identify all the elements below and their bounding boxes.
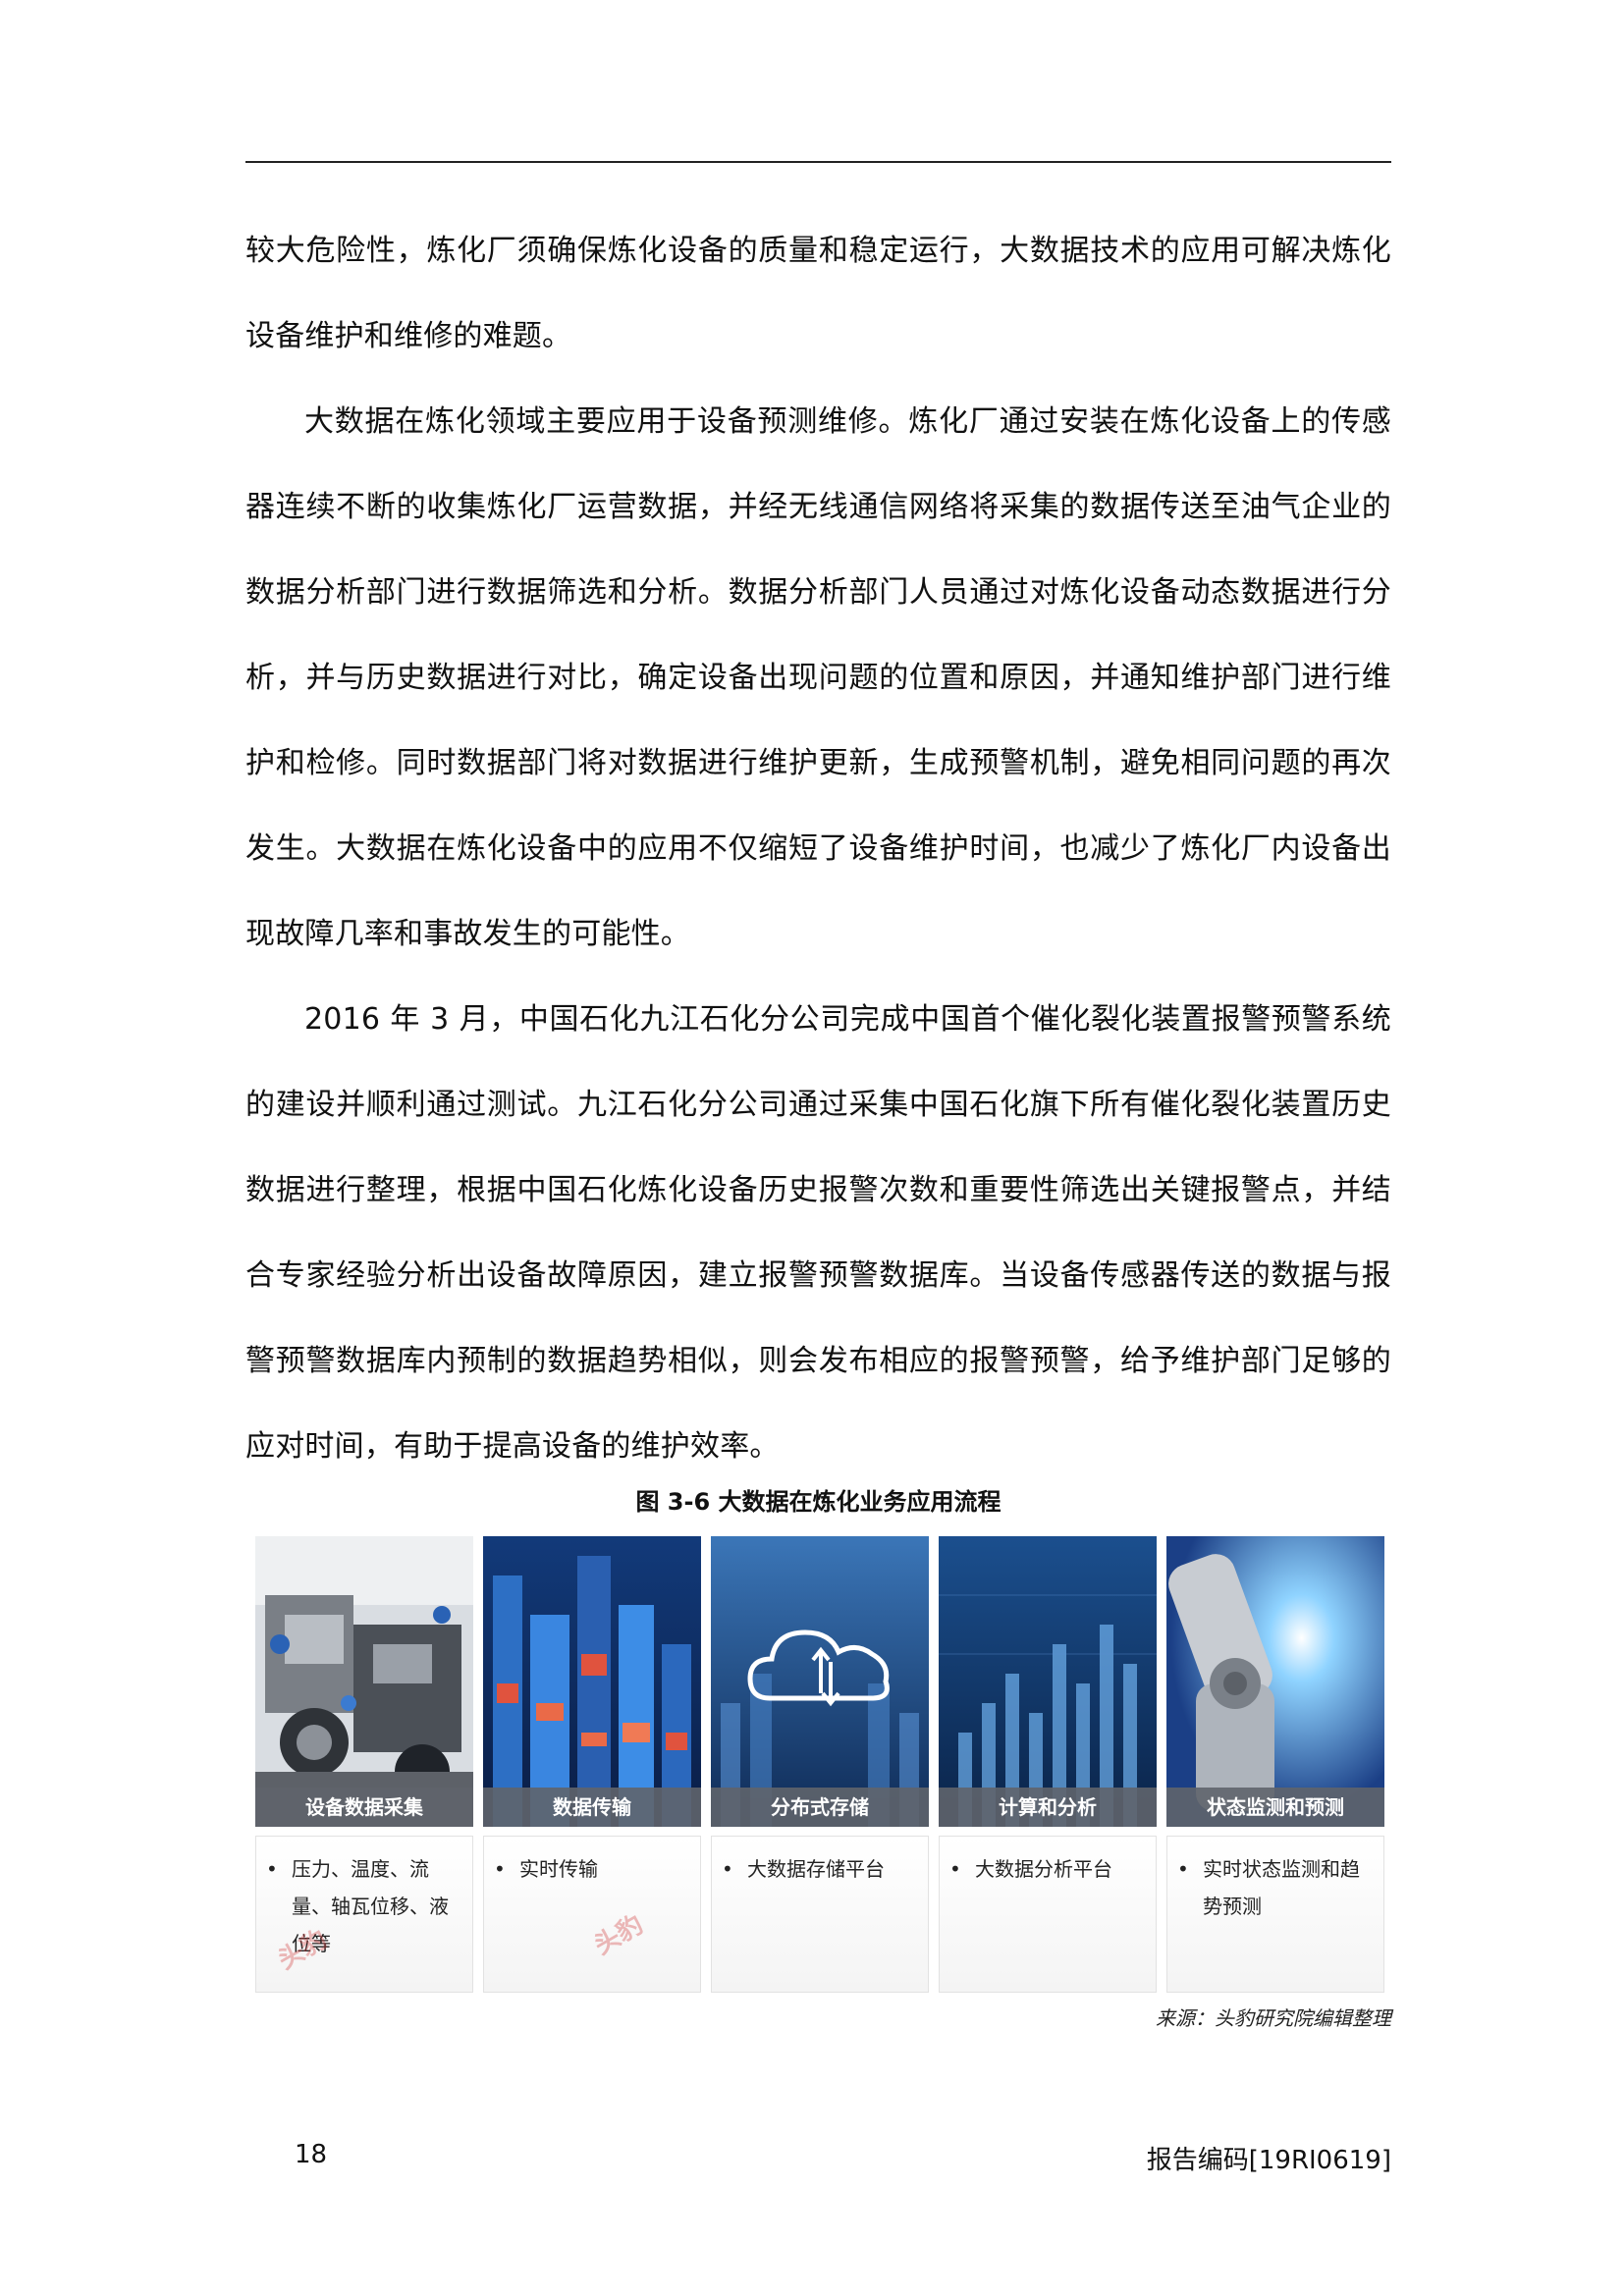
- panel-label: 计算和分析: [939, 1788, 1157, 1827]
- panel-text: 实时状态监测和趋势预测: [1203, 1857, 1360, 1918]
- panel-label: 分布式存储: [711, 1788, 929, 1827]
- bullet: •: [722, 1857, 733, 1881]
- machinery-photo: [255, 1536, 473, 1827]
- bar-chart-photo: [939, 1536, 1157, 1827]
- page-number: 18: [295, 2140, 328, 2169]
- panel-label: 状态监测和预测: [1166, 1788, 1384, 1827]
- panel-text: 大数据分析平台: [975, 1857, 1112, 1881]
- bullet: •: [949, 1857, 961, 1881]
- panel-description: • 实时状态监测和趋势预测: [1166, 1836, 1384, 1993]
- panel-description: • 压力、温度、流量、轴瓦位移、液位等 头豹: [255, 1836, 473, 1993]
- panel-description: • 实时传输 头豹: [483, 1836, 701, 1993]
- process-figure: 设备数据采集 • 压力、温度、流量、轴瓦位移、液位等 头豹 数据传输 • 实时传…: [255, 1536, 1384, 1993]
- report-code: 报告编码[19RI0619]: [1146, 2146, 1391, 2175]
- figure-caption: 图 3-6 大数据在炼化业务应用流程: [635, 1488, 1001, 1516]
- watermark: 头豹: [589, 1909, 649, 1961]
- figure-source: 来源：头豹研究院编辑整理: [1156, 2006, 1391, 2030]
- panel-data-transmission: 数据传输 • 实时传输 头豹: [483, 1536, 701, 1993]
- bullet: •: [266, 1857, 278, 1881]
- panel-text: 实时传输: [519, 1857, 598, 1881]
- panel-description: • 大数据分析平台: [939, 1836, 1157, 1993]
- panel-description: • 大数据存储平台: [711, 1836, 929, 1993]
- paragraph-2: 大数据在炼化领域主要应用于设备预测维修。炼化厂通过安装在炼化设备上的传感器连续不…: [245, 404, 1391, 951]
- header-rule: [245, 161, 1391, 163]
- bullet: •: [1177, 1857, 1189, 1881]
- panel-label: 设备数据采集: [255, 1788, 473, 1827]
- body-text: 较大危险性，炼化厂须确保炼化设备的质量和稳定运行，大数据技术的应用可解决炼化设备…: [245, 208, 1391, 1489]
- bullet: •: [494, 1857, 506, 1881]
- panel-text: 大数据存储平台: [747, 1857, 885, 1881]
- panel-data-collection: 设备数据采集 • 压力、温度、流量、轴瓦位移、液位等 头豹: [255, 1536, 473, 1993]
- panel-label: 数据传输: [483, 1788, 701, 1827]
- city-data-photo: [483, 1536, 701, 1827]
- cloud-icon: [711, 1536, 929, 1827]
- paragraph-3: 2016 年 3 月，中国石化九江石化分公司完成中国首个催化裂化装置报警预警系统…: [245, 1002, 1391, 1464]
- panel-distributed-storage: 分布式存储 • 大数据存储平台: [711, 1536, 929, 1993]
- panel-compute-analysis: 计算和分析 • 大数据分析平台: [939, 1536, 1157, 1993]
- paragraph-1: 较大危险性，炼化厂须确保炼化设备的质量和稳定运行，大数据技术的应用可解决炼化设备…: [245, 234, 1391, 353]
- panel-monitoring-prediction: 状态监测和预测 • 实时状态监测和趋势预测: [1166, 1536, 1384, 1993]
- robot-arm-photo: [1166, 1536, 1384, 1827]
